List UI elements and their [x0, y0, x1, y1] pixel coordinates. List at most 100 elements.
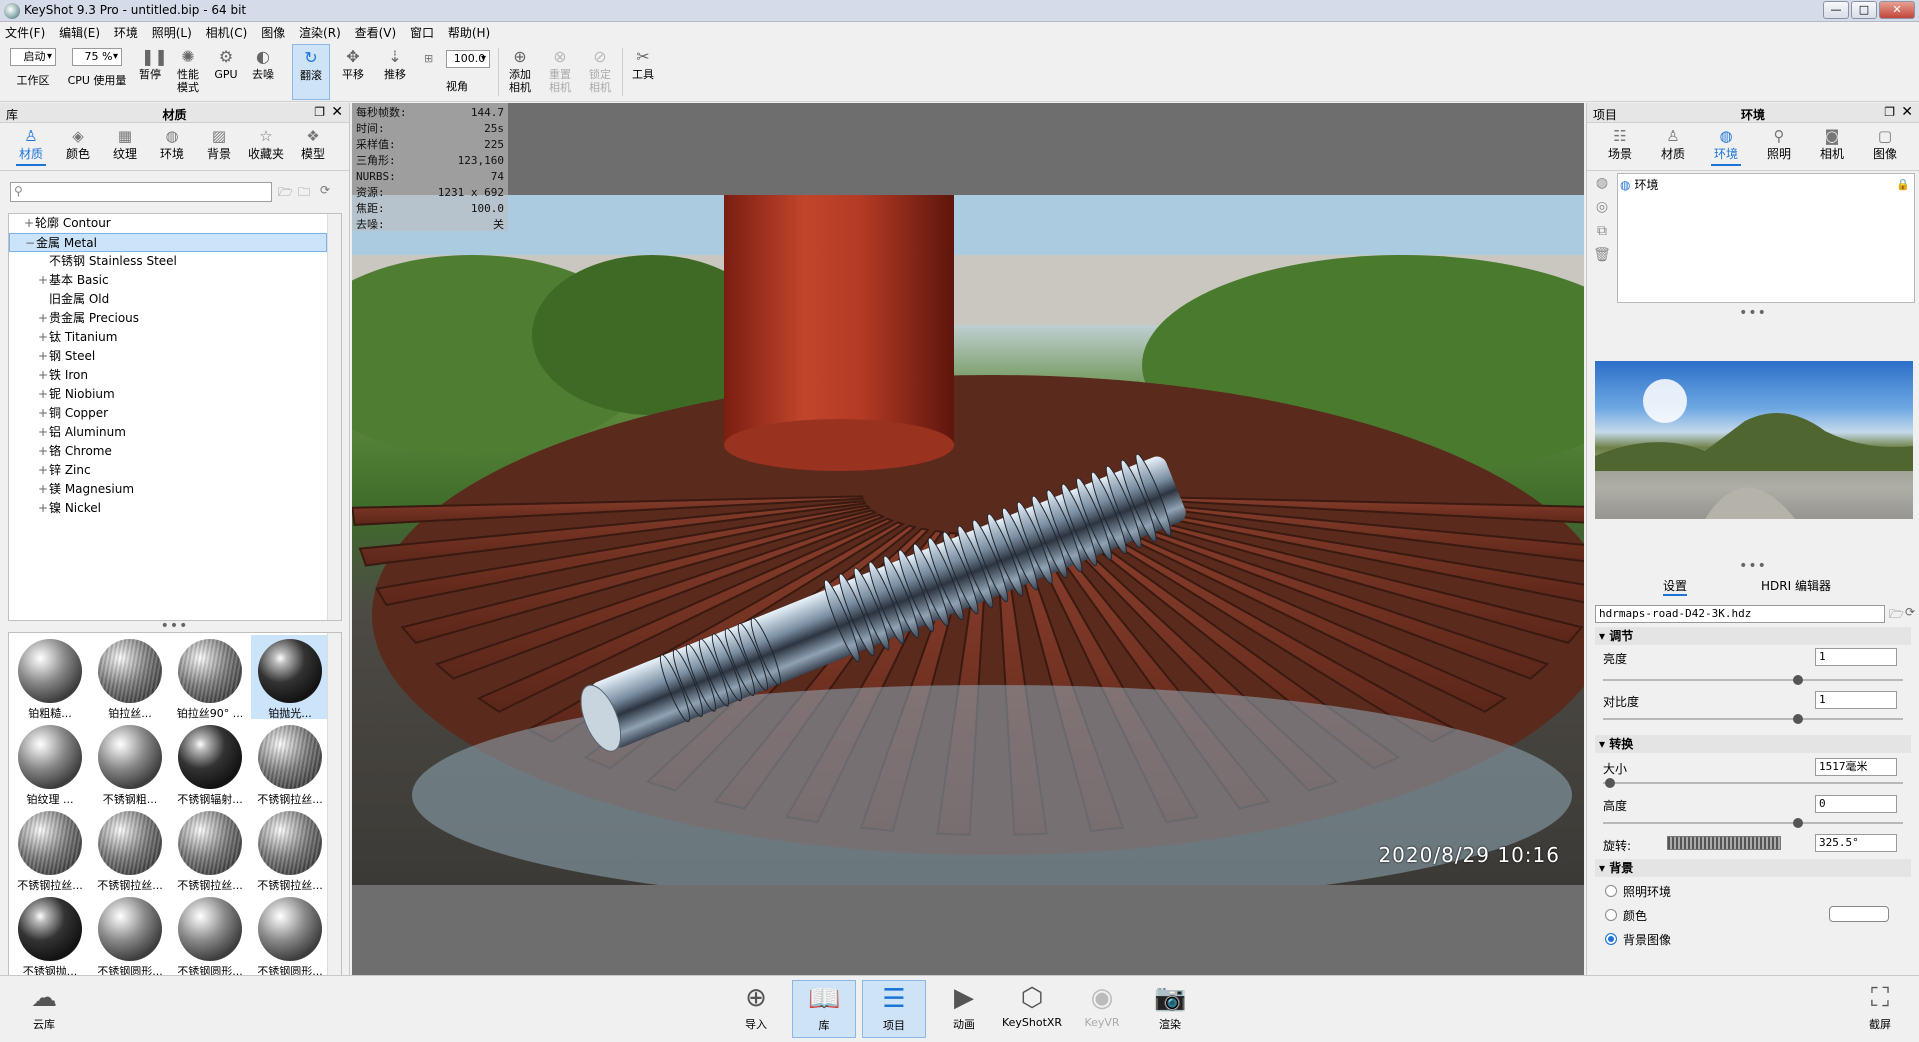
- tab-models[interactable]: ❖ 模型: [290, 127, 336, 162]
- project-button[interactable]: ☰ 项目: [862, 980, 926, 1038]
- material-thumbnail[interactable]: 不锈钢拉丝...: [251, 807, 329, 892]
- size-slider[interactable]: [1603, 778, 1903, 788]
- tree-item[interactable]: +铝 Aluminum: [9, 423, 327, 442]
- keyshotxr-button[interactable]: ⬡ KeyShotXR: [1000, 980, 1064, 1038]
- material-thumbnail[interactable]: 不锈钢拉丝...: [171, 807, 249, 892]
- float-panel-icon[interactable]: ❐: [314, 105, 325, 119]
- material-thumbnail[interactable]: 不锈钢圆形...: [91, 893, 169, 978]
- library-button[interactable]: 📖 库: [792, 980, 856, 1038]
- tab-hdri-editor[interactable]: HDRI 编辑器: [1761, 577, 1831, 594]
- brightness-slider-knob[interactable]: [1793, 675, 1803, 685]
- reset-camera-button[interactable]: ⊗ 重置 相机: [542, 44, 578, 100]
- render-viewport[interactable]: 2020/8/29 10:16 每秒帧数: 144.7 时间: 25s 采样值: 225 三…: [352, 103, 1584, 975]
- open-folder-icon[interactable]: 🗁: [278, 183, 293, 204]
- copy-environment-icon[interactable]: ⧉: [1593, 223, 1611, 241]
- maximize-button[interactable]: □: [1851, 1, 1877, 19]
- tab-textures[interactable]: ▦ 纹理: [102, 127, 148, 162]
- fov-input[interactable]: 100.0: [446, 50, 490, 68]
- menu-render[interactable]: 渲染(R): [294, 22, 346, 43]
- import-button[interactable]: ⊕ 导入: [724, 980, 788, 1038]
- height-slider[interactable]: [1603, 818, 1903, 828]
- performance-mode-button[interactable]: ✺ 性能 模式: [170, 44, 206, 100]
- tab-environment[interactable]: ◍ 环境: [1703, 127, 1749, 166]
- close-panel-icon[interactable]: ✕: [1901, 104, 1913, 120]
- material-thumbnail[interactable]: 铂拉丝...: [91, 635, 169, 720]
- tab-colors[interactable]: ◈ 颜色: [55, 127, 101, 162]
- open-folder-icon[interactable]: 🗁: [1889, 605, 1904, 626]
- tree-item[interactable]: +铌 Niobium: [9, 385, 327, 404]
- material-thumbnail[interactable]: 铂粗糙...: [11, 635, 89, 720]
- material-thumbnail[interactable]: 不锈钢拉丝...: [91, 807, 169, 892]
- dolly-button[interactable]: ⇣ 推移: [376, 44, 414, 100]
- background-lighting-radio[interactable]: [1605, 885, 1617, 897]
- tree-scrollbar[interactable]: [327, 214, 341, 620]
- height-input[interactable]: 0: [1815, 795, 1897, 813]
- height-slider-knob[interactable]: [1793, 818, 1803, 828]
- expand-icon[interactable]: +: [37, 461, 49, 480]
- hdri-file-input[interactable]: hdrmaps-road-D42-3K.hdz: [1595, 605, 1885, 623]
- splitter-handle[interactable]: •••: [0, 619, 349, 633]
- workspace-dropdown[interactable]: 启动: [10, 48, 56, 66]
- tab-material[interactable]: ♙ 材质: [1650, 127, 1696, 162]
- material-thumbnail[interactable]: 不锈钢抛...: [11, 893, 89, 978]
- menu-help[interactable]: 帮助(H): [443, 22, 495, 43]
- rotation-input[interactable]: 325.5°: [1815, 834, 1897, 852]
- adjust-section-header[interactable]: ▾ 调节: [1595, 627, 1911, 645]
- menu-environment[interactable]: 环境: [109, 22, 143, 43]
- tree-item[interactable]: +镍 Nickel: [9, 499, 327, 518]
- minimize-button[interactable]: —: [1823, 1, 1849, 19]
- tree-item[interactable]: +镁 Magnesium: [9, 480, 327, 499]
- contrast-input[interactable]: 1: [1815, 691, 1897, 709]
- menu-image[interactable]: 图像: [256, 22, 290, 43]
- expand-icon[interactable]: +: [23, 214, 35, 233]
- close-button[interactable]: ✕: [1879, 1, 1915, 19]
- menu-edit[interactable]: 编辑(E): [54, 22, 105, 43]
- contrast-slider[interactable]: [1603, 714, 1903, 724]
- expand-icon[interactable]: +: [37, 385, 49, 404]
- float-panel-icon[interactable]: ❐: [1884, 105, 1895, 119]
- expand-icon[interactable]: +: [37, 499, 49, 518]
- expand-icon[interactable]: +: [37, 328, 49, 347]
- tools-button[interactable]: ✂ 工具: [626, 44, 660, 100]
- brightness-input[interactable]: 1: [1815, 648, 1897, 666]
- cpu-usage-dropdown[interactable]: 75 %: [72, 48, 122, 66]
- environment-list-item[interactable]: ◍ 环境 🔒: [1620, 176, 1912, 194]
- tree-item[interactable]: 不锈钢 Stainless Steel: [9, 252, 327, 271]
- add-camera-button[interactable]: ⊕ 添加 相机: [502, 44, 538, 100]
- close-panel-icon[interactable]: ✕: [331, 104, 343, 120]
- material-thumbnail[interactable]: 不锈钢粗...: [91, 721, 169, 806]
- expand-icon[interactable]: +: [37, 366, 49, 385]
- refresh-icon[interactable]: ⟳: [1905, 605, 1915, 619]
- animation-button[interactable]: ▶ 动画: [932, 980, 996, 1038]
- expand-icon[interactable]: +: [37, 271, 49, 290]
- tree-item[interactable]: +钢 Steel: [9, 347, 327, 366]
- pause-button[interactable]: ❚❚ 暂停: [134, 44, 168, 100]
- tab-camera[interactable]: ◙ 相机: [1809, 127, 1855, 162]
- menu-camera[interactable]: 相机(C): [201, 22, 253, 43]
- material-thumbnail[interactable]: 铂抛光...: [251, 635, 329, 720]
- tumble-button[interactable]: ↻ 翻滚: [292, 44, 330, 100]
- expand-icon[interactable]: +: [37, 309, 49, 328]
- menu-window[interactable]: 窗口: [405, 22, 439, 43]
- splitter-handle[interactable]: •••: [1587, 559, 1919, 573]
- lock-camera-button[interactable]: ⊘ 锁定 相机: [582, 44, 618, 100]
- collapse-icon[interactable]: −: [24, 234, 36, 253]
- tab-materials[interactable]: ♙ 材质: [8, 127, 54, 166]
- hdri-preview[interactable]: [1595, 361, 1913, 519]
- background-color-swatch[interactable]: [1829, 906, 1889, 922]
- expand-icon[interactable]: +: [37, 347, 49, 366]
- material-thumbnail[interactable]: 不锈钢圆形...: [171, 893, 249, 978]
- add-environment-icon[interactable]: ◍: [1593, 175, 1611, 193]
- material-thumbnail[interactable]: 不锈钢辐射...: [171, 721, 249, 806]
- tree-item[interactable]: −金属 Metal: [9, 233, 327, 252]
- tree-item[interactable]: +锌 Zinc: [9, 461, 327, 480]
- tree-item[interactable]: +基本 Basic: [9, 271, 327, 290]
- tab-environments[interactable]: ◍ 环境: [149, 127, 195, 162]
- tree-item[interactable]: +铁 Iron: [9, 366, 327, 385]
- menu-lighting[interactable]: 照明(L): [147, 22, 197, 43]
- tab-favorites[interactable]: ☆ 收藏夹: [243, 127, 289, 162]
- tab-image[interactable]: ▢ 图像: [1862, 127, 1908, 162]
- menu-view[interactable]: 查看(V): [350, 22, 402, 43]
- library-search-input[interactable]: ⚲: [10, 182, 272, 202]
- tab-backplates[interactable]: ▨ 背景: [196, 127, 242, 162]
